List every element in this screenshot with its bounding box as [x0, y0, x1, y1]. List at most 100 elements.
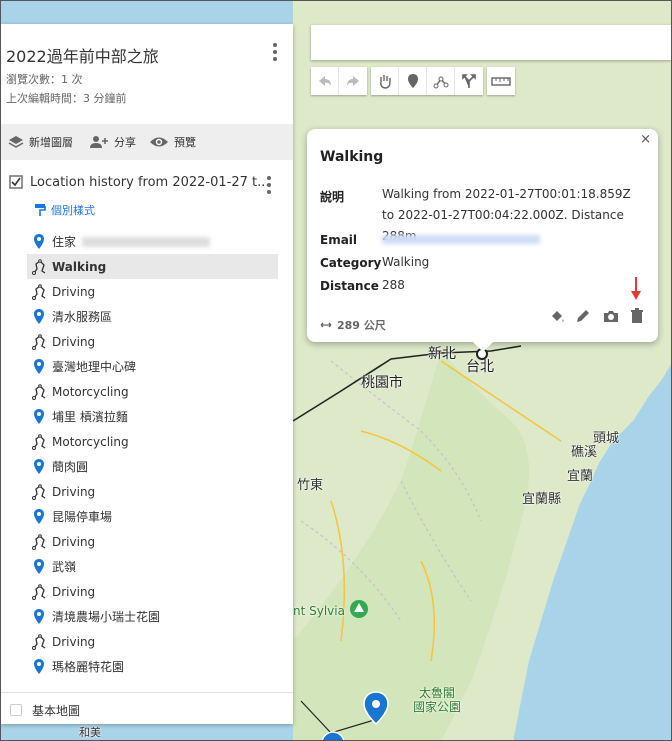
feature-label: 臺灣地理中心碑	[52, 360, 137, 374]
paint-roller-icon	[35, 204, 46, 216]
address-redacted	[82, 236, 211, 247]
pin-icon-wrapper	[27, 354, 51, 379]
layers-icon	[8, 136, 24, 148]
map-pin-partial-icon[interactable]	[321, 729, 345, 741]
feature-list-item[interactable]: Motorcycling	[27, 429, 278, 454]
path-icon	[32, 483, 46, 500]
feature-label: 武嶺	[52, 560, 77, 574]
feature-label: Driving	[52, 284, 96, 299]
feature-list-item[interactable]: 瑪格麗特花園	[27, 654, 278, 679]
feature-label: 瑪格麗特花園	[52, 660, 125, 674]
feature-list-item[interactable]: Driving	[27, 329, 278, 354]
feature-list-item[interactable]: Walking	[27, 254, 278, 279]
pencil-icon[interactable]	[573, 306, 593, 326]
map-sidebar: 2022過年前中部之旅 瀏覽次數：1 次 上次編輯時間：3 分鐘前 新增圖層 分…	[1, 24, 293, 724]
base-map-section[interactable]: 基本地圖	[1, 692, 293, 724]
pin-icon	[34, 359, 44, 374]
path-icon-wrapper	[27, 479, 51, 504]
add-person-icon	[90, 136, 108, 148]
distance-value: 288	[382, 278, 405, 292]
map-label-hemei: 和美	[79, 726, 101, 739]
marker-icon[interactable]	[399, 67, 427, 95]
path-icon-wrapper	[27, 629, 51, 654]
pin-icon	[34, 509, 44, 524]
feature-list-item[interactable]: Driving	[27, 479, 278, 504]
search-box[interactable]	[311, 25, 671, 60]
line-icon[interactable]	[427, 67, 455, 95]
feature-list-item[interactable]: Driving	[27, 529, 278, 554]
add-layer-button[interactable]: 新增圖層	[8, 124, 73, 160]
pin-icon	[34, 609, 44, 624]
more-menu-icon[interactable]	[267, 41, 283, 63]
path-icon-wrapper	[27, 529, 51, 554]
map-title[interactable]: 2022過年前中部之旅	[6, 43, 159, 67]
path-icon-wrapper	[27, 579, 51, 604]
feature-list-item[interactable]: 武嶺	[27, 554, 278, 579]
map-label-sylvia: nt Sylvia	[293, 604, 345, 618]
feature-list-item[interactable]: Motorcycling	[27, 379, 278, 404]
eye-icon	[150, 137, 168, 147]
path-icon	[32, 533, 46, 550]
feature-list-item[interactable]: 住家	[27, 229, 278, 254]
feature-list-item[interactable]: 臺灣地理中心碑	[27, 354, 278, 379]
distance-key: Distance	[320, 279, 379, 293]
feature-label: Driving	[52, 484, 96, 499]
measured-distance: 289 公尺	[320, 317, 386, 333]
layer-name[interactable]: Location history from 2022-01-27 t...	[30, 175, 270, 190]
feature-list-item[interactable]: 蕳肉圓	[27, 454, 278, 479]
path-icon-wrapper	[27, 279, 51, 304]
share-label: 分享	[114, 136, 136, 149]
email-value	[382, 229, 644, 250]
description-key: 說明	[320, 190, 345, 204]
pin-icon-wrapper	[27, 404, 51, 429]
layer-menu-icon[interactable]	[261, 174, 277, 196]
paint-bucket-icon[interactable]	[547, 306, 567, 326]
park-icon	[350, 600, 368, 618]
feature-list-item[interactable]: 昆陽停車場	[27, 504, 278, 529]
base-map-toggle[interactable]	[10, 704, 22, 716]
share-button[interactable]: 分享	[89, 124, 136, 160]
redo-icon[interactable]	[339, 67, 367, 95]
feature-list-item[interactable]: Driving	[27, 579, 278, 604]
path-icon	[32, 633, 46, 650]
feature-list-item[interactable]: Driving	[27, 629, 278, 654]
base-map-label: 基本地圖	[32, 704, 81, 718]
feature-label: 埔里 槓濱拉麵	[52, 410, 128, 424]
path-icon	[32, 283, 46, 300]
width-arrows-icon	[320, 322, 332, 328]
map-pin-icon[interactable]	[363, 691, 389, 725]
feature-list-item[interactable]: 埔里 槓濱拉麵	[27, 404, 278, 429]
map-label-zhudong: 竹東	[297, 478, 324, 493]
feature-list-item[interactable]: Driving	[27, 279, 278, 304]
path-icon	[32, 383, 46, 400]
feature-label: 清境農場小瑞士花園	[52, 610, 161, 624]
popup-title: Walking	[320, 149, 384, 165]
path-icon-wrapper	[27, 329, 51, 354]
feature-list: 住家 Walking Driving 清水服務區 Driving 臺灣地理中心碑 Motor…	[27, 229, 278, 679]
email-key: Email	[320, 233, 358, 247]
undo-icon[interactable]	[311, 67, 339, 95]
feature-list-item[interactable]: 清水服務區	[27, 304, 278, 329]
email-redacted	[382, 235, 540, 244]
directions-icon[interactable]	[455, 67, 483, 95]
pin-icon	[34, 309, 44, 324]
hand-icon[interactable]	[371, 67, 399, 95]
feature-label: Walking	[52, 259, 107, 274]
feature-list-item[interactable]: 清境農場小瑞士花園	[27, 604, 278, 629]
pin-icon-wrapper	[27, 604, 51, 629]
measured-distance-label: 289 公尺	[337, 319, 386, 332]
pin-icon-wrapper	[27, 504, 51, 529]
individual-style-link[interactable]: 個別樣式	[34, 202, 95, 218]
trash-icon[interactable]	[627, 306, 647, 326]
pin-icon-wrapper	[27, 229, 51, 254]
ruler-icon[interactable]	[487, 67, 515, 95]
camera-icon[interactable]	[601, 306, 621, 326]
close-icon[interactable]: ×	[640, 132, 651, 147]
preview-button[interactable]: 預覽	[149, 124, 196, 160]
map-toolbar	[311, 67, 519, 95]
layer-checkbox[interactable]	[9, 175, 23, 189]
app-window: 新北 台北 桃園市 頭城 礁溪 宜蘭 宜蘭縣 竹東 nt Sylvia 太魯閣 …	[0, 0, 672, 741]
path-icon	[32, 583, 46, 600]
map-label-yilan: 宜蘭	[567, 469, 594, 484]
path-icon	[32, 258, 46, 275]
